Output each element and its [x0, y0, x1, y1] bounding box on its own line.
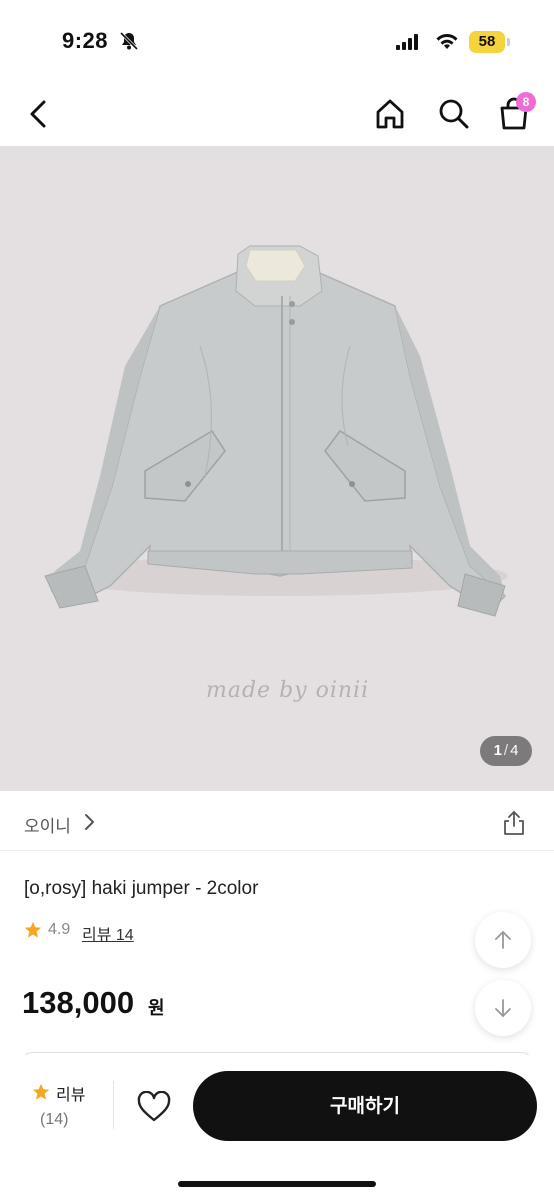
home-indicator [178, 1181, 376, 1187]
product-title: [o,rosy] haki jumper - 2color [24, 878, 259, 899]
heart-icon[interactable] [137, 1091, 171, 1123]
arrow-up-icon [495, 931, 511, 949]
scroll-up-button[interactable] [475, 912, 531, 968]
back-arrow-icon[interactable] [24, 98, 52, 130]
divider [113, 1081, 114, 1129]
status-bar: 9:28 58 [0, 0, 554, 80]
status-time: 9:28 [62, 28, 109, 53]
cart-count-badge: 8 [516, 92, 536, 112]
product-price: 138,000 [22, 985, 135, 1020]
chevron-right-icon[interactable] [82, 812, 96, 832]
review-summary-button[interactable]: 리뷰 (14) [30, 1081, 100, 1141]
brand-name-link[interactable]: 오이니 [24, 812, 71, 837]
image-counter: 1/4 [480, 736, 532, 766]
review-count: (14) [40, 1111, 69, 1128]
silent-bell-icon [119, 31, 139, 51]
rating-score: 4.9 [48, 921, 71, 938]
search-icon[interactable] [436, 96, 472, 132]
watermark-text: made by oinii [206, 678, 370, 703]
share-icon[interactable] [502, 810, 526, 836]
star-icon [32, 1083, 50, 1100]
bottom-action-bar: 리뷰 (14) 구매하기 [0, 1055, 554, 1200]
top-nav [0, 86, 554, 142]
image-counter-total: 4 [510, 742, 519, 759]
home-icon[interactable] [372, 96, 408, 132]
price-unit: 원 [148, 998, 165, 1018]
brand-row: 오이니 [0, 792, 554, 851]
battery-tip [507, 38, 510, 46]
arrow-down-icon [495, 999, 511, 1017]
buy-button[interactable]: 구매하기 [193, 1071, 537, 1141]
star-icon [24, 921, 42, 938]
product-image[interactable]: made by oinii 1/4 [0, 146, 554, 791]
reviews-link[interactable]: 리뷰 14 [82, 921, 134, 945]
image-counter-current: 1 [493, 742, 502, 759]
wifi-icon [436, 34, 458, 49]
review-label: 리뷰 [56, 1087, 86, 1104]
scroll-down-button[interactable] [475, 980, 531, 1036]
cellular-signal-icon [396, 34, 418, 50]
battery-level: 58 [469, 31, 505, 53]
image-counter-separator: / [503, 742, 509, 759]
